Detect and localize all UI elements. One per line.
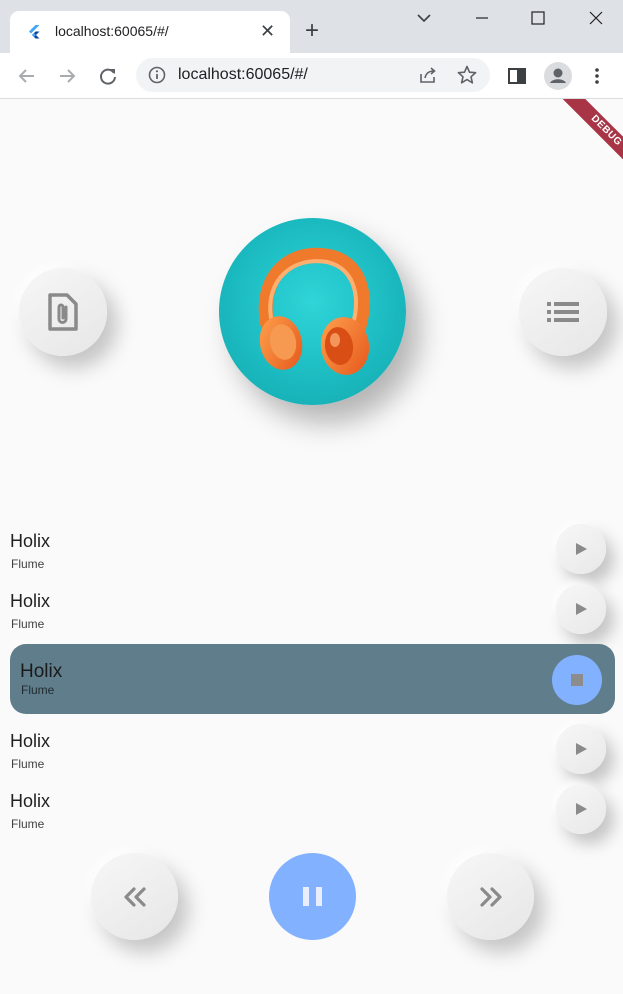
play-icon bbox=[576, 543, 587, 555]
list-icon bbox=[547, 302, 579, 322]
file-attachment-icon bbox=[48, 293, 78, 331]
back-icon[interactable] bbox=[16, 65, 38, 87]
song-title: Holix bbox=[10, 791, 51, 811]
next-button[interactable] bbox=[447, 853, 534, 940]
side-panel-icon[interactable] bbox=[506, 65, 528, 87]
play-icon bbox=[576, 803, 587, 815]
new-tab-button[interactable]: + bbox=[305, 19, 319, 43]
tab-close-icon[interactable]: ✕ bbox=[260, 21, 275, 41]
browser-titlebar: localhost:60065/#/ ✕ + bbox=[0, 0, 623, 53]
stop-icon bbox=[571, 674, 583, 686]
url-text[interactable]: localhost:60065/#/ bbox=[178, 66, 308, 84]
address-bar[interactable]: localhost:60065/#/ bbox=[136, 58, 490, 92]
previous-button[interactable] bbox=[91, 853, 178, 940]
playlist-button[interactable] bbox=[519, 268, 607, 356]
song-title: Holix bbox=[10, 731, 51, 751]
pause-button[interactable] bbox=[269, 853, 356, 940]
list-item[interactable]: Holix Flume bbox=[10, 524, 610, 585]
reload-icon[interactable] bbox=[97, 65, 119, 87]
song-stop-button[interactable] bbox=[552, 655, 602, 705]
bookmark-star-icon[interactable] bbox=[456, 64, 478, 86]
album-cover bbox=[219, 218, 406, 405]
menu-kebab-icon[interactable] bbox=[586, 65, 608, 87]
tab-search-icon[interactable] bbox=[414, 8, 434, 28]
minimize-icon[interactable] bbox=[472, 8, 492, 28]
browser-tab[interactable]: localhost:60065/#/ ✕ bbox=[10, 11, 290, 53]
forward-icon[interactable] bbox=[56, 65, 78, 87]
play-icon bbox=[576, 603, 587, 615]
file-button[interactable] bbox=[19, 268, 107, 356]
song-artist: Flume bbox=[11, 617, 45, 631]
song-play-button[interactable] bbox=[556, 724, 606, 774]
song-artist: Flume bbox=[11, 557, 45, 571]
song-artist: Flume bbox=[21, 683, 55, 697]
double-chevron-right-icon bbox=[479, 886, 502, 907]
play-icon bbox=[576, 743, 587, 755]
list-item[interactable]: Holix Flume bbox=[10, 784, 610, 845]
song-title: Holix bbox=[10, 531, 51, 551]
share-icon[interactable] bbox=[418, 65, 438, 85]
song-play-button[interactable] bbox=[556, 784, 606, 834]
close-window-icon[interactable] bbox=[586, 8, 606, 28]
list-item[interactable]: Holix Flume bbox=[10, 584, 610, 645]
list-item-active[interactable]: Holix Flume bbox=[10, 644, 615, 714]
song-artist: Flume bbox=[11, 757, 45, 771]
debug-label: DEBUG bbox=[561, 99, 623, 176]
song-title: Holix bbox=[10, 591, 51, 611]
site-info-icon[interactable] bbox=[148, 66, 166, 84]
song-play-button[interactable] bbox=[556, 524, 606, 574]
song-play-button[interactable] bbox=[556, 584, 606, 634]
song-artist: Flume bbox=[11, 817, 45, 831]
debug-banner: DEBUG bbox=[543, 99, 623, 179]
flutter-icon bbox=[29, 25, 40, 39]
pause-icon bbox=[303, 887, 322, 906]
browser-toolbar: localhost:60065/#/ bbox=[0, 53, 623, 99]
double-chevron-left-icon bbox=[123, 886, 146, 907]
song-title: Holix bbox=[20, 661, 63, 682]
headphones-image bbox=[258, 247, 370, 375]
profile-avatar-icon[interactable] bbox=[544, 62, 572, 90]
list-item[interactable]: Holix Flume bbox=[10, 724, 610, 785]
tab-title: localhost:60065/#/ bbox=[55, 23, 169, 39]
maximize-icon[interactable] bbox=[528, 8, 548, 28]
